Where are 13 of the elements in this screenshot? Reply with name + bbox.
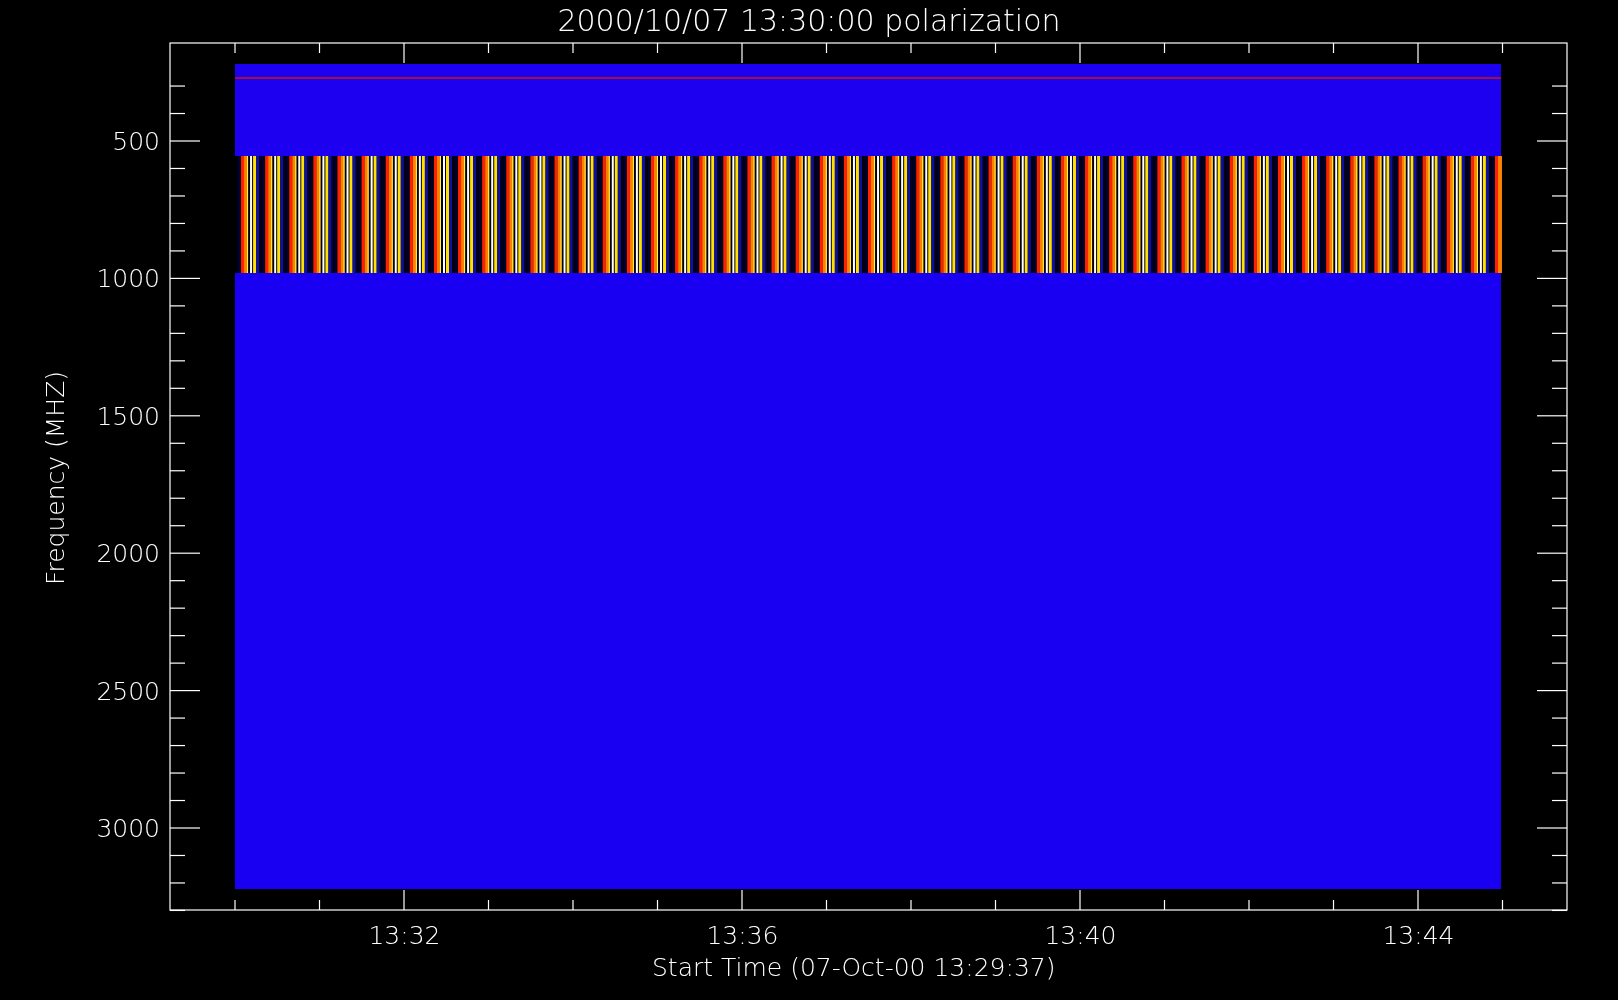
- tick-label: 2500: [96, 676, 160, 706]
- tick-label: 1500: [96, 401, 160, 431]
- tick-label: 13:36: [706, 921, 779, 950]
- tick-label: 3000: [96, 814, 160, 843]
- plot-title: 2000/10/07 13:30:00 polarization: [557, 3, 1061, 38]
- tick-label: 13:40: [1044, 921, 1117, 950]
- tick-label: 1000: [96, 264, 160, 294]
- tick-label: 500: [112, 127, 160, 156]
- axis-label: Frequency (MHZ): [41, 370, 70, 586]
- axis-label: Start Time (07-Oct-00 13:29:37): [652, 953, 1056, 982]
- tick-label: 13:44: [1382, 921, 1455, 950]
- tick-label: 13:32: [368, 921, 441, 950]
- tick-label: 2000: [96, 539, 160, 569]
